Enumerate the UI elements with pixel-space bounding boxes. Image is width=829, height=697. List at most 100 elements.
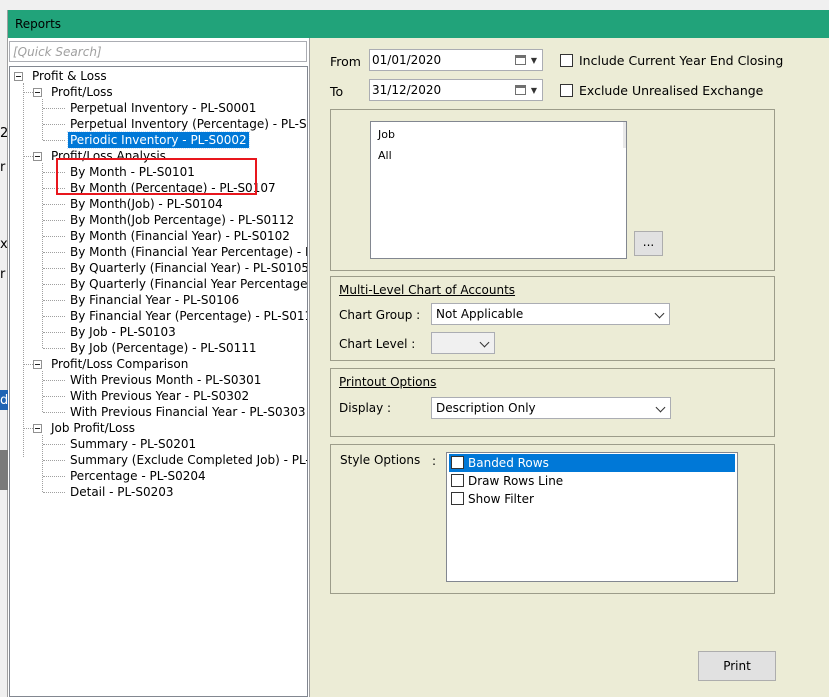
quick-search-input[interactable] (10, 42, 306, 61)
tree-line (43, 316, 65, 317)
chart-level-select[interactable] (431, 332, 495, 354)
edge-block (0, 450, 8, 490)
tree-item-label: Percentage - PL-S0204 (70, 469, 206, 483)
list-item[interactable]: All (378, 149, 392, 162)
tree-group[interactable]: Profit/Loss Comparison (10, 356, 300, 372)
tree-node-profit-loss[interactable]: Profit & Loss (10, 68, 300, 84)
chevron-down-icon (654, 308, 665, 319)
tree-item-selected[interactable]: Periodic Inventory - PL-S0002 (10, 131, 307, 149)
tree-item-label: By Month (Financial Year) - PL-S0102 (70, 229, 290, 243)
style-option-show-filter[interactable]: Show Filter (449, 490, 735, 508)
tree-item[interactable]: With Previous Year - PL-S0302 (10, 388, 307, 404)
collapse-icon[interactable] (33, 360, 42, 369)
tree-line (43, 252, 65, 253)
tree-item[interactable]: By Month (Financial Year Percentage) - P… (10, 244, 307, 260)
style-option-banded-rows[interactable]: Banded Rows (449, 454, 735, 472)
to-date-picker[interactable]: 31/12/2020 ▼ (369, 79, 543, 101)
tree-item[interactable]: Perpetual Inventory - PL-S0001 (10, 100, 307, 116)
to-label: To (330, 84, 344, 99)
job-browse-button[interactable]: ... (634, 231, 663, 256)
tree-group[interactable]: Job Profit/Loss (10, 420, 300, 436)
tree-item[interactable]: Summary - PL-S0201 (10, 436, 307, 452)
list-item[interactable]: Job (378, 128, 395, 141)
tree-line (43, 268, 65, 269)
tree-item[interactable]: By Quarterly (Financial Year) - PL-S0105 (10, 260, 307, 276)
tree-item-label: By Month (Financial Year Percentage) - P… (70, 245, 307, 259)
outer-window-strip (0, 0, 829, 10)
calendar-icon[interactable] (515, 85, 526, 95)
collapse-icon[interactable] (14, 72, 23, 81)
exclude-unrealised-label: Exclude Unrealised Exchange (579, 83, 764, 98)
tree-item[interactable]: With Previous Month - PL-S0301 (10, 372, 307, 388)
tree-item-label: By Financial Year - PL-S0106 (70, 293, 240, 307)
tree-item[interactable]: By Job - PL-S0103 (10, 324, 307, 340)
collapse-icon[interactable] (33, 424, 42, 433)
background-window-edge: 2 r x r d (0, 10, 8, 697)
tree-item[interactable]: Detail - PL-S0203 (10, 484, 307, 500)
dropdown-arrow-icon[interactable]: ▼ (531, 56, 537, 65)
style-options-label: Style Options (340, 453, 421, 467)
tree-item-label: Summary (Exclude Completed Job) - PL-S02… (70, 453, 307, 467)
tree-line (43, 236, 65, 237)
collapse-icon[interactable] (33, 88, 42, 97)
style-options-list[interactable]: Banded Rows Draw Rows Line Show Filter (446, 452, 738, 582)
chart-group-label: Chart Group : (339, 308, 421, 322)
display-select[interactable]: Description Only (431, 397, 671, 419)
show-filter-checkbox[interactable] (451, 492, 464, 505)
include-year-end-checkbox[interactable] (560, 54, 573, 67)
tree-item-label: Summary - PL-S0201 (70, 437, 197, 451)
tree-line (43, 284, 65, 285)
window-title: Reports (15, 17, 62, 31)
tree-item[interactable]: By Financial Year (Percentage) - PL-S011… (10, 308, 307, 324)
tree-item-label: With Previous Financial Year - PL-S0303 (70, 405, 306, 419)
tree-item[interactable]: Perpetual Inventory (Percentage) - PL-S0… (10, 116, 307, 132)
printout-options-group: Printout Options Display : Description O… (330, 368, 775, 437)
exclude-unrealised-checkbox[interactable] (560, 84, 573, 97)
tree-item[interactable]: By Job (Percentage) - PL-S0111 (10, 340, 307, 356)
draw-rows-line-checkbox[interactable] (451, 474, 464, 487)
tree-item-label: Perpetual Inventory - PL-S0001 (70, 101, 257, 115)
job-list-scrollbar[interactable] (623, 122, 626, 148)
tree-item[interactable]: Summary (Exclude Completed Job) - PL-S02… (10, 452, 307, 468)
tree-item[interactable]: Percentage - PL-S0204 (10, 468, 307, 484)
chevron-down-icon (655, 402, 666, 413)
calendar-icon[interactable] (515, 55, 526, 65)
tree-item-label: By Month(Job Percentage) - PL-S0112 (70, 213, 295, 227)
edge-fragment: r (0, 267, 6, 282)
style-option-draw-rows-line[interactable]: Draw Rows Line (449, 472, 735, 490)
window-titlebar[interactable]: Reports (8, 10, 829, 38)
tree-line (43, 492, 65, 493)
style-options-colon: : (432, 454, 437, 468)
tree-item-label: With Previous Month - PL-S0301 (70, 373, 262, 387)
edge-fragment: r (0, 160, 6, 175)
tree-line (43, 412, 65, 413)
chart-accounts-heading: Multi-Level Chart of Accounts (339, 283, 516, 297)
banded-rows-checkbox[interactable] (451, 456, 464, 469)
tree-item[interactable]: By Month (Financial Year) - PL-S0102 (10, 228, 307, 244)
tree-item[interactable]: By Financial Year - PL-S0106 (10, 292, 307, 308)
job-filter-group: Job All ... (330, 109, 775, 271)
tree-item[interactable]: By Quarterly (Financial Year Percentage)… (10, 276, 308, 292)
report-options-panel: From 01/01/2020 ▼ Include Current Year E… (309, 38, 829, 697)
tree-item[interactable]: By Month(Job) - PL-S0104 (10, 196, 307, 212)
tree-group[interactable]: Profit/Loss (10, 84, 300, 100)
tree-item[interactable]: With Previous Financial Year - PL-S0303 (10, 404, 307, 420)
tree-line (43, 460, 65, 461)
tree-node-label: Profit & Loss (32, 69, 107, 83)
tree-group-label: Job Profit/Loss (51, 421, 135, 435)
tree-line (24, 156, 33, 157)
printout-options-heading: Printout Options (339, 375, 437, 389)
job-list[interactable]: Job All (370, 121, 627, 259)
quick-search-box[interactable] (9, 41, 307, 62)
tree-line (43, 140, 65, 141)
style-option-label: Banded Rows (468, 456, 549, 470)
chart-group-select[interactable]: Not Applicable (431, 303, 670, 325)
from-date-picker[interactable]: 01/01/2020 ▼ (369, 49, 543, 71)
tree-item[interactable]: By Month(Job Percentage) - PL-S0112 (10, 212, 307, 228)
tree-line (43, 380, 65, 381)
dropdown-arrow-icon[interactable]: ▼ (531, 86, 537, 95)
print-button[interactable]: Print (698, 651, 776, 681)
collapse-icon[interactable] (33, 152, 42, 161)
tree-item-label: By Quarterly (Financial Year Percentage)… (70, 277, 308, 291)
tree-item-label: Detail - PL-S0203 (70, 485, 174, 499)
